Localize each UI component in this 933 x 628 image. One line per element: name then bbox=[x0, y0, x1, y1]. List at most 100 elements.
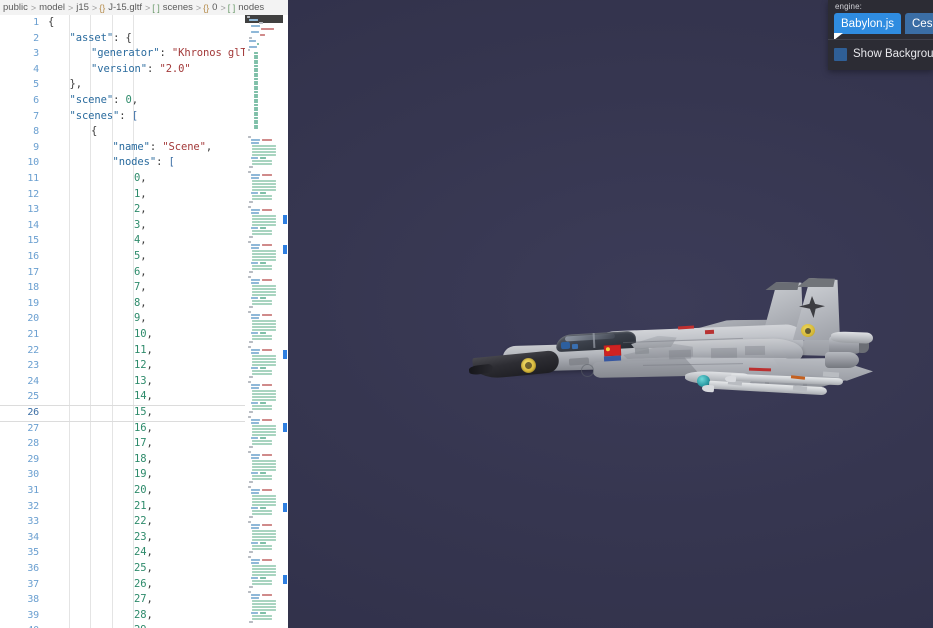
code-line[interactable]: "version": "2.0" bbox=[91, 62, 191, 78]
code-lines[interactable]: { "asset": {"generator": "Khronos glTF "v… bbox=[46, 15, 245, 628]
line-number: 14 bbox=[27, 219, 39, 231]
minimap-row bbox=[251, 594, 260, 596]
code-line[interactable]: 7, bbox=[134, 280, 147, 296]
minimap-row bbox=[260, 367, 266, 369]
minimap-row bbox=[252, 370, 272, 372]
breadcrumb-item-0[interactable]: 0 bbox=[211, 2, 218, 13]
code-line[interactable]: "name": "Scene", bbox=[113, 140, 213, 156]
engine-selector-panel[interactable]: engine: Babylon.js Cesiu Show Background bbox=[828, 0, 933, 70]
code-line[interactable]: 22, bbox=[134, 514, 153, 530]
json-object-icon: {} bbox=[99, 2, 106, 13]
minimap-row bbox=[251, 212, 259, 214]
minimap-row bbox=[251, 367, 258, 369]
breadcrumb-item-model[interactable]: model bbox=[38, 2, 66, 13]
minimap-change-marker[interactable] bbox=[283, 245, 287, 254]
code-surface[interactable]: 1 2 3 4 5 6 7 8 9 10 11 12 13 14 15 16 17 18 19 20 21 22 23 24 2… bbox=[0, 15, 245, 628]
code-line[interactable]: 5, bbox=[134, 249, 147, 265]
missile-upper-fin bbox=[822, 371, 840, 378]
breadcrumb-item-nodes[interactable]: nodes bbox=[237, 2, 265, 13]
code-line[interactable]: 0, bbox=[134, 171, 147, 187]
minimap-row bbox=[252, 478, 272, 480]
code-line[interactable]: 25, bbox=[134, 561, 153, 577]
cockpit-instrument-b bbox=[571, 343, 579, 350]
code-line[interactable]: { bbox=[91, 124, 97, 140]
minimap-row bbox=[252, 303, 272, 305]
code-line[interactable]: 3, bbox=[134, 218, 147, 234]
code-line[interactable]: 18, bbox=[134, 452, 153, 468]
code-line[interactable]: 26, bbox=[134, 577, 153, 593]
code-line[interactable]: 21, bbox=[134, 499, 153, 515]
code-token: "version" bbox=[91, 62, 147, 75]
minimap-row bbox=[251, 262, 258, 264]
code-line[interactable]: "asset": { bbox=[70, 31, 132, 47]
code-line[interactable]: "scenes": [ bbox=[70, 109, 139, 125]
breadcrumb-item-public[interactable]: public bbox=[2, 2, 29, 13]
code-line[interactable]: 4, bbox=[134, 233, 147, 249]
minimap-change-marker[interactable] bbox=[283, 215, 287, 224]
engine-tab-cesium[interactable]: Cesiu bbox=[905, 13, 933, 34]
breadcrumb[interactable]: public > model > j15 >{} J-15.gltf >[ ] scenes >{… bbox=[0, 0, 288, 15]
code-line[interactable]: 17, bbox=[134, 436, 153, 452]
minimap-change-marker[interactable] bbox=[283, 575, 287, 584]
code-line[interactable]: 16, bbox=[134, 421, 153, 437]
code-line[interactable]: "scene": 0, bbox=[70, 93, 139, 109]
code-line[interactable]: 15, bbox=[134, 405, 153, 421]
minimap-row bbox=[254, 70, 258, 73]
minimap-row bbox=[252, 163, 272, 165]
breadcrumb-item-j-15-gltf[interactable]: J-15.gltf bbox=[107, 2, 143, 13]
code-line[interactable]: 6, bbox=[134, 265, 147, 281]
code-token: , bbox=[146, 515, 153, 528]
code-line[interactable]: 23, bbox=[134, 530, 153, 546]
code-token: 24 bbox=[134, 546, 147, 559]
minimap-row bbox=[251, 142, 259, 144]
minimap-change-marker[interactable] bbox=[283, 423, 287, 432]
minimap-row bbox=[252, 358, 276, 360]
line-number: 6 bbox=[33, 95, 39, 106]
show-background-checkbox[interactable] bbox=[834, 47, 847, 61]
minimap-change-marker[interactable] bbox=[283, 350, 287, 359]
minimap-row bbox=[252, 545, 272, 547]
minimap-row bbox=[252, 198, 272, 200]
code-line[interactable]: 19, bbox=[134, 467, 153, 483]
minimap-row bbox=[251, 437, 258, 439]
minimap-row bbox=[254, 52, 258, 54]
code-line[interactable]: 2, bbox=[134, 202, 147, 218]
j15-aircraft-model[interactable] bbox=[468, 272, 893, 422]
code-line[interactable]: 13, bbox=[134, 374, 153, 390]
code-line[interactable]: }, bbox=[70, 77, 83, 93]
3d-model-viewport[interactable]: CSDN @非科班Java出身GISer bbox=[288, 0, 933, 628]
breadcrumb-item-scenes[interactable]: scenes bbox=[162, 2, 194, 13]
code-line[interactable]: 10, bbox=[134, 327, 153, 343]
minimap-row bbox=[248, 416, 251, 418]
editor-minimap[interactable] bbox=[245, 15, 288, 628]
code-line[interactable]: 27, bbox=[134, 592, 153, 608]
code-line[interactable]: "generator": "Khronos glTF bbox=[91, 46, 245, 62]
code-line[interactable]: 8, bbox=[134, 296, 147, 312]
minimap-change-marker[interactable] bbox=[283, 503, 287, 512]
engine-tab-babylonjs[interactable]: Babylon.js bbox=[834, 13, 902, 34]
code-token: 10 bbox=[134, 328, 147, 340]
minimap-row bbox=[254, 104, 258, 106]
code-token: [ bbox=[168, 156, 175, 169]
code-line[interactable]: { bbox=[48, 15, 54, 31]
minimap-row bbox=[252, 548, 272, 550]
code-line[interactable]: 11, bbox=[134, 343, 153, 359]
code-line[interactable]: 29, bbox=[134, 623, 153, 628]
code-line[interactable]: 12, bbox=[134, 358, 153, 374]
minimap-row bbox=[249, 481, 253, 483]
code-line[interactable]: 20, bbox=[134, 483, 153, 499]
code-token: , bbox=[140, 203, 147, 216]
line-number: 35 bbox=[27, 547, 39, 559]
breadcrumb-separator: > bbox=[145, 2, 151, 13]
code-token: , bbox=[146, 562, 153, 574]
code-line[interactable]: 24, bbox=[134, 545, 153, 561]
code-line[interactable]: 1, bbox=[134, 187, 147, 203]
show-background-row[interactable]: Show Background bbox=[834, 44, 933, 64]
breadcrumb-item-j15[interactable]: j15 bbox=[75, 2, 90, 13]
code-line[interactable]: "nodes": [ bbox=[113, 155, 175, 171]
code-line[interactable]: 28, bbox=[134, 608, 153, 624]
code-line[interactable]: 9, bbox=[134, 311, 147, 327]
code-token: , bbox=[146, 624, 152, 628]
code-line[interactable]: 14, bbox=[134, 389, 153, 405]
minimap-row bbox=[252, 148, 276, 150]
